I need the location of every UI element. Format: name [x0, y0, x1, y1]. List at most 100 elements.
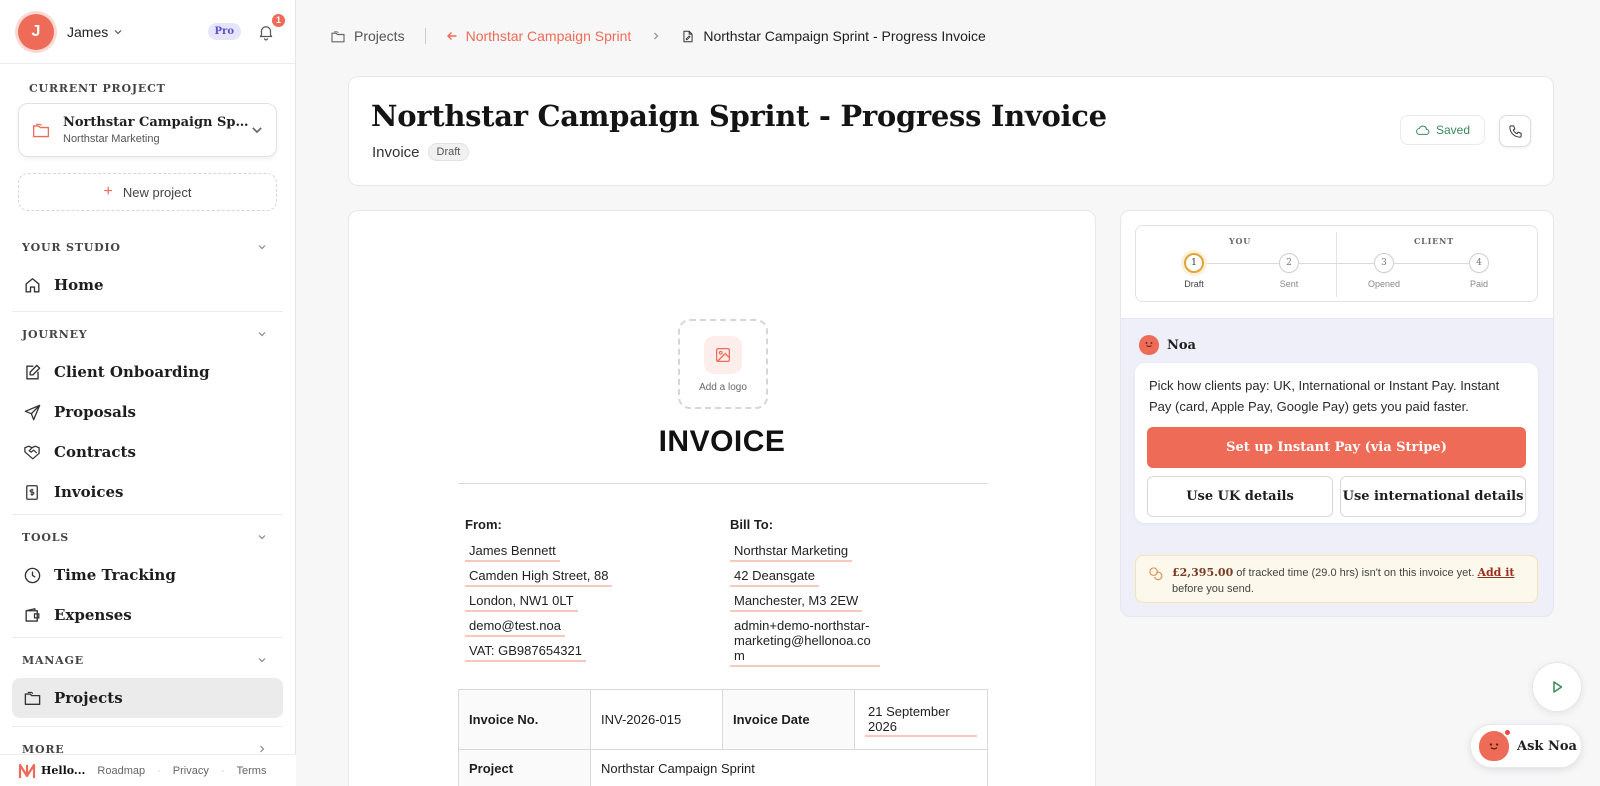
breadcrumb-back-link[interactable]: Northstar Campaign Sprint [446, 28, 631, 44]
invoice-number-label: Invoice No. [458, 689, 591, 750]
from-name[interactable]: James Bennett [465, 541, 560, 562]
add-logo-button[interactable]: Add a logo [678, 319, 768, 409]
invoice-date-label: Invoice Date [722, 689, 855, 750]
from-street[interactable]: Camden High Street, 88 [465, 566, 613, 587]
bill-to-city[interactable]: Manchester, M3 2EW [730, 591, 863, 612]
sidebar-item-invoices[interactable]: Invoices [12, 472, 283, 512]
from-email[interactable]: demo@test.noa [465, 616, 565, 637]
invoice-date-field[interactable]: 21 September 2026 [854, 689, 988, 750]
from-label: From: [465, 517, 502, 532]
assistant-message-card: Pick how clients pay: UK, International … [1135, 363, 1538, 523]
coins-icon [1149, 567, 1163, 581]
sidebar: J James Pro 1 CURRENT PROJECT Northstar … [0, 0, 296, 786]
from-vat[interactable]: VAT: GB987654321 [465, 641, 586, 662]
breadcrumb-current: Northstar Campaign Sprint - Progress Inv… [681, 28, 986, 44]
footer-link-privacy[interactable]: Privacy [173, 765, 209, 777]
page-title[interactable]: Northstar Campaign Sprint - Progress Inv… [371, 99, 1107, 133]
document-edit-icon [683, 30, 693, 42]
assistant-name: Noa [1167, 337, 1196, 353]
unread-dot [1503, 728, 1512, 737]
untracked-time-notice: £2,395.00 of tracked time (29.0 hrs) isn… [1135, 555, 1538, 603]
chevron-down-icon [258, 332, 266, 337]
use-uk-details-button[interactable]: Use UK details [1147, 476, 1333, 517]
status-steps: YOU CLIENT 1 Draft 2 Sent 3 Opened 4 Pai… [1135, 225, 1538, 302]
sidebar-item-time-tracking[interactable]: Time Tracking [12, 555, 283, 595]
plus-icon: + [103, 183, 113, 200]
plan-badge: Pro [207, 23, 241, 40]
breadcrumb-projects[interactable]: Projects [330, 28, 405, 44]
sidebar-item-expenses[interactable]: Expenses [12, 595, 283, 635]
notifications-button[interactable]: 1 [255, 11, 287, 43]
from-block: From: James Bennett Camden High Street, … [465, 517, 613, 666]
avatar[interactable]: J [18, 13, 54, 50]
invoice-icon [22, 482, 42, 502]
divider [458, 483, 988, 484]
from-city[interactable]: London, NW1 0LT [465, 591, 578, 612]
section-manage[interactable]: MANAGE [0, 648, 295, 672]
project-switcher[interactable]: Northstar Campaign Sprint Northstar Mark… [18, 103, 277, 157]
new-project-button[interactable]: + New project [18, 173, 277, 211]
assistant-message: Pick how clients pay: UK, International … [1149, 378, 1500, 414]
step-paid: 4 Paid [1449, 253, 1509, 289]
breadcrumb-separator [424, 28, 426, 44]
sidebar-item-contracts[interactable]: Contracts [12, 432, 283, 472]
send-icon [22, 402, 42, 422]
bill-to-name[interactable]: Northstar Marketing [730, 541, 853, 562]
invoice-number-field[interactable]: INV-2026-015 [590, 689, 723, 750]
ask-noa-label: Ask Noa [1517, 738, 1577, 754]
footer-link-roadmap[interactable]: Roadmap [97, 765, 145, 777]
assistant-panel: YOU CLIENT 1 Draft 2 Sent 3 Opened 4 Pai… [1120, 210, 1554, 617]
noa-avatar-icon [1479, 728, 1512, 761]
add-tracked-time-link[interactable]: Add it [1477, 566, 1514, 579]
current-project-title: Northstar Campaign Sprint [63, 115, 250, 130]
logo-icon [18, 763, 36, 778]
sidebar-item-projects[interactable]: Projects [12, 678, 283, 718]
footer-link-terms[interactable]: Terms [237, 765, 267, 777]
project-field[interactable]: Northstar Campaign Sprint [590, 749, 988, 786]
document-type: Invoice [372, 143, 420, 161]
bill-to-email[interactable]: admin+demo-northstar-marketing@hellonoa.… [730, 616, 880, 667]
bill-to-street[interactable]: 42 Deansgate [730, 566, 819, 587]
bill-to-label: Bill To: [730, 517, 774, 532]
sidebar-item-client-onboarding[interactable]: Client Onboarding [12, 352, 283, 392]
call-button[interactable] [1499, 115, 1531, 147]
notification-count: 1 [270, 11, 287, 29]
you-label: YOU [1229, 236, 1252, 246]
add-logo-label: Add a logo [699, 381, 747, 393]
assistant-header: Noa [1139, 335, 1196, 355]
chevron-down-icon [258, 658, 266, 663]
invoice-meta-table: Invoice No. INV-2026-015 Invoice Date 21… [458, 689, 988, 786]
step-connector [1194, 263, 1484, 264]
play-tour-button[interactable] [1532, 662, 1582, 712]
setup-instant-pay-button[interactable]: Set up Instant Pay (via Stripe) [1147, 427, 1526, 468]
current-project-label: CURRENT PROJECT [29, 82, 166, 95]
brand-logo[interactable]: Hello... [18, 763, 85, 779]
client-label: CLIENT [1414, 236, 1454, 246]
use-international-details-button[interactable]: Use international details [1340, 476, 1526, 517]
phone-icon [1508, 124, 1522, 138]
section-your-studio[interactable]: YOUR STUDIO [0, 235, 295, 259]
status-badge: Draft [427, 143, 470, 161]
section-tools[interactable]: TOOLS [0, 525, 295, 549]
folder-icon [22, 688, 42, 708]
document-type-row: Invoice Draft [372, 143, 470, 161]
divider [1336, 232, 1337, 297]
ask-noa-button[interactable]: Ask Noa [1470, 724, 1582, 768]
handshake-icon [22, 442, 42, 462]
clock-icon [22, 565, 42, 585]
step-sent: 2 Sent [1259, 253, 1319, 289]
chevron-down-icon [252, 127, 262, 134]
invoice-document: Add a logo INVOICE From: James Bennett C… [348, 210, 1096, 786]
play-icon [1553, 681, 1563, 693]
chevron-down-icon [258, 535, 266, 540]
sidebar-item-proposals[interactable]: Proposals [12, 392, 283, 432]
sidebar-footer: Hello... Roadmap · Privacy · Terms [0, 754, 296, 786]
user-menu[interactable]: James [67, 24, 123, 40]
tracked-text: of tracked time (29.0 hrs) isn't on this… [1233, 567, 1478, 579]
section-journey[interactable]: JOURNEY [0, 322, 295, 346]
new-project-label: New project [122, 184, 192, 200]
user-row: J James Pro 1 [0, 0, 295, 64]
arrow-left-icon [446, 32, 457, 40]
wallet-icon [22, 605, 42, 625]
sidebar-item-home[interactable]: Home [12, 265, 283, 305]
